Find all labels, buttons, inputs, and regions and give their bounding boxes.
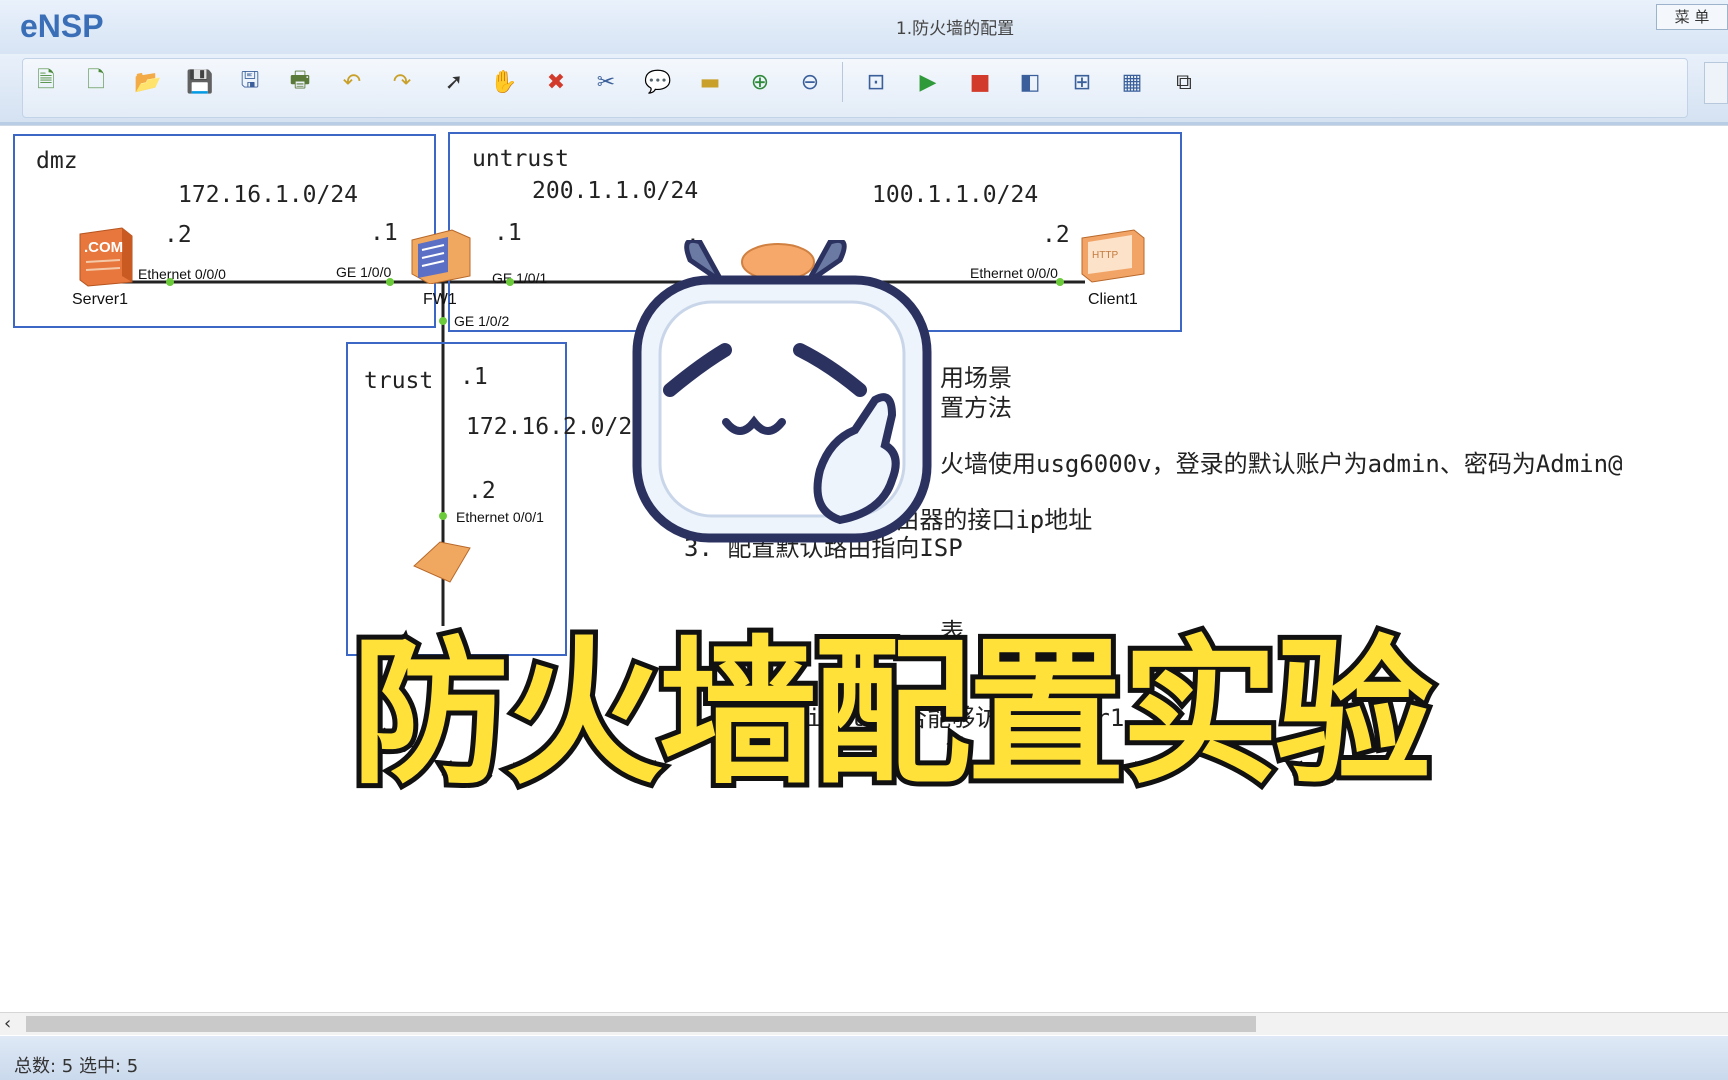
host-id-server1: .2 [164,222,192,248]
iface-server1: Ethernet 0/0/0 [138,266,226,282]
delete-link-icon[interactable]: ✂ [588,64,624,100]
subnet-trust: 172.16.2.0/2 [466,414,633,440]
toolbar-separator [842,62,843,102]
device-label-client1: Client1 [1088,291,1138,308]
port-dot-trust-host [439,512,447,520]
port-dot-fw1-untrust [506,278,514,286]
toolbar-panel [22,58,1688,118]
print-icon[interactable]: 🖶 [282,64,318,100]
menu-button[interactable]: 菜 单 [1656,4,1728,30]
server-device-icon[interactable]: .COM [74,226,134,288]
scroll-left-icon[interactable]: ‹ [4,1013,11,1034]
scrollbar-thumb[interactable] [26,1016,1256,1032]
horizontal-scrollbar[interactable]: ‹ [0,1012,1728,1035]
fit-icon[interactable]: ⊡ [858,64,894,100]
capture-icon[interactable]: ◧ [1012,64,1048,100]
save-icon[interactable]: 💾 [182,64,218,100]
save-as-icon[interactable]: 🖫 [232,64,268,100]
open-icon[interactable]: 📂 [130,64,166,100]
screenshot-icon[interactable]: ⧉ [1166,64,1202,100]
host-id-fw1-trust: .1 [460,364,488,390]
grid-icon[interactable]: ▦ [1114,64,1150,100]
toolbar-overflow-button[interactable] [1704,62,1728,104]
subnet-untrust-right: 100.1.1.0/24 [872,182,1039,208]
iface-trust-host: Ethernet 0/0/1 [456,509,544,525]
firewall-device-icon[interactable] [408,228,474,284]
undo-icon[interactable]: ↶ [334,64,370,100]
server-badge-text: .COM [84,239,123,256]
zone-label-untrust: untrust [472,146,569,172]
window-title: 1.防火墙的配置 [895,19,1015,39]
trust-device-icon[interactable] [410,536,480,586]
host-id-client1: .2 [1042,222,1070,248]
stop-icon[interactable]: ■ [962,64,998,100]
host-id-fw1-dmz: .1 [370,220,398,246]
iface-fw1-untrust: GE 1/0/1 [492,270,548,286]
port-dot-fw1-dmz [386,278,394,286]
hand-icon[interactable]: ✋ [486,64,522,100]
title-bar: eNSP 1.防火墙的配置 菜 单 [0,0,1728,54]
client-device-icon[interactable]: HTTP [1078,228,1148,284]
port-dot-fw1-trust [439,317,447,325]
iface-fw1-dmz: GE 1/0/0 [336,264,392,280]
zoom-out-icon[interactable]: ⊖ [792,64,828,100]
note-line-2: 置方法 [940,394,1012,422]
iface-client1: Ethernet 0/0/0 [970,265,1058,281]
port-dot-client1 [1056,278,1064,286]
new-topology-icon[interactable]: 🗎 [28,64,64,100]
host-id-fw1-untrust: .1 [494,220,522,246]
status-text: 总数: 5 选中: 5 [14,1056,139,1077]
start-icon[interactable]: ▶ [910,64,946,100]
select-icon[interactable]: ➚ [436,64,472,100]
mascot-sticker [632,240,932,543]
port-dot-server1 [166,278,174,286]
rectangle-icon[interactable]: ▬ [692,64,728,100]
topology-icon[interactable]: ⊞ [1064,64,1100,100]
client-badge-text: HTTP [1092,250,1118,261]
host-id-trust-host: .2 [468,478,496,504]
status-bar: 总数: 5 选中: 5 [0,1036,1728,1080]
note-line-3: 火墙使用usg6000v，登录的默认账户为admin、密码为Admin@ [940,450,1623,478]
subnet-dmz: 172.16.1.0/24 [178,182,359,208]
iface-fw1-trust: GE 1/0/2 [454,313,510,329]
subnet-untrust-left: 200.1.1.0/24 [532,178,699,204]
device-label-fw1: FW1 [423,291,457,308]
new-text-icon[interactable]: 🗋 [78,64,114,100]
device-label-server1: Server1 [72,291,129,308]
zone-label-dmz: dmz [36,148,78,174]
overlay-title: 防火墙配置实验 [346,617,1438,811]
text-note-icon[interactable]: 💬 [640,64,676,100]
delete-icon[interactable]: ✖ [538,64,574,100]
redo-icon[interactable]: ↷ [384,64,420,100]
zoom-in-icon[interactable]: ⊕ [742,64,778,100]
zone-label-trust: trust [364,368,434,394]
